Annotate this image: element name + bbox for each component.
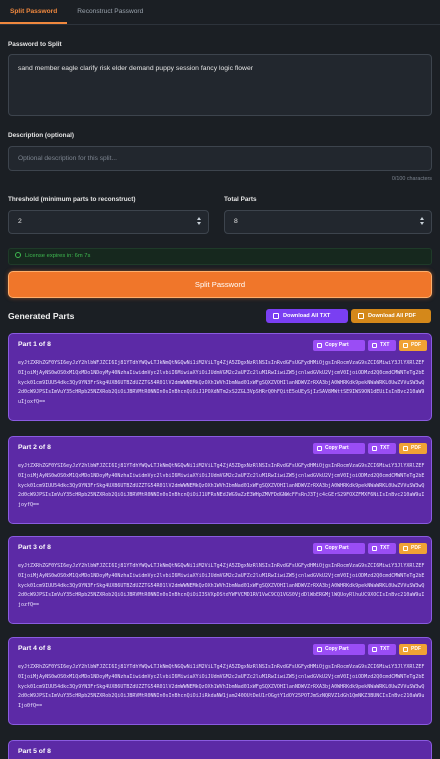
total-parts-label: Total Parts	[224, 196, 257, 203]
part-code: eyJtZXRhZGF0YSI6eyJzY2hlbWFJZCI6Ij81YTdh…	[18, 563, 425, 609]
file-icon	[372, 343, 377, 348]
total-parts-input[interactable]: 8	[224, 210, 432, 234]
part-card: Part 4 of 8 Copy Part TXT PDF eyJtZXRhZG…	[8, 637, 432, 725]
description-counter: 0/100 characters	[391, 176, 432, 182]
pdf-label: PDF	[411, 342, 421, 348]
clock-icon	[15, 252, 21, 258]
threshold-spinner[interactable]	[196, 217, 202, 228]
file-icon	[403, 647, 408, 652]
download-icon	[273, 313, 279, 319]
spin-down-icon[interactable]	[420, 222, 424, 225]
file-icon	[403, 546, 408, 551]
copy-icon	[317, 546, 322, 551]
tab-reconstruct-password[interactable]: Reconstruct Password	[67, 0, 153, 24]
pdf-button[interactable]: PDF	[399, 340, 427, 351]
file-icon	[403, 446, 408, 451]
txt-button[interactable]: TXT	[368, 644, 396, 655]
pdf-button[interactable]: PDF	[399, 543, 427, 554]
part-title: Part 4 of 8	[18, 645, 51, 652]
part-card: Part 3 of 8 Copy Part TXT PDF eyJtZXRhZG…	[8, 536, 432, 624]
file-icon	[372, 647, 377, 652]
txt-button[interactable]: TXT	[368, 543, 396, 554]
password-label: Password to Split	[8, 41, 62, 48]
copy-icon	[317, 446, 322, 451]
tab-bar: Split Password Reconstruct Password	[0, 0, 440, 25]
description-label: Description (optional)	[8, 132, 75, 139]
spin-down-icon[interactable]	[197, 222, 201, 225]
txt-button[interactable]: TXT	[368, 340, 396, 351]
txt-button[interactable]: TXT	[368, 443, 396, 454]
download-all-pdf-label: Download All PDF	[368, 313, 416, 319]
part-code: eyJtZXRhZGF0YSI6eyJzY2hlbWFJZCI6Ij81YTdh…	[18, 463, 425, 509]
txt-label: TXT	[380, 646, 390, 652]
download-icon	[358, 313, 364, 319]
total-parts-value: 8	[234, 218, 238, 225]
copy-part-button[interactable]: Copy Part	[313, 443, 365, 454]
threshold-input[interactable]: 2	[8, 210, 209, 234]
copy-part-label: Copy Part	[325, 342, 349, 348]
total-parts-spinner[interactable]	[419, 217, 425, 228]
download-all-pdf-button[interactable]: Download All PDF	[351, 309, 431, 323]
threshold-label: Threshold (minimum parts to reconstruct)	[8, 196, 136, 203]
txt-label: TXT	[380, 342, 390, 348]
part-code: eyJtZXRhZGF0YSI6eyJzY2hlbWFJZCI6Ij81YTdh…	[18, 360, 425, 406]
download-all-txt-label: Download All TXT	[283, 313, 331, 319]
pdf-button[interactable]: PDF	[399, 644, 427, 655]
file-icon	[403, 343, 408, 348]
txt-label: TXT	[380, 445, 390, 451]
threshold-value: 2	[18, 218, 22, 225]
spin-up-icon[interactable]	[197, 217, 201, 220]
copy-part-button[interactable]: Copy Part	[313, 543, 365, 554]
part-card: Part 1 of 8 Copy Part TXT PDF eyJtZXRhZG…	[8, 333, 432, 421]
part-title: Part 1 of 8	[18, 341, 51, 348]
pdf-label: PDF	[411, 445, 421, 451]
part-title: Part 3 of 8	[18, 544, 51, 551]
txt-label: TXT	[380, 545, 390, 551]
part-code: eyJtZXRhZGF0YSI6eyJzY2hlbWFJZCI6Ij81YTdh…	[18, 664, 425, 710]
generated-parts-title: Generated Parts	[8, 311, 75, 321]
download-all-txt-button[interactable]: Download All TXT	[266, 309, 348, 323]
copy-part-label: Copy Part	[325, 646, 349, 652]
copy-icon	[317, 647, 322, 652]
part-title: Part 5 of 8	[18, 748, 51, 755]
copy-part-button[interactable]: Copy Part	[313, 644, 365, 655]
part-card: Part 2 of 8 Copy Part TXT PDF eyJtZXRhZG…	[8, 436, 432, 524]
file-icon	[372, 546, 377, 551]
license-banner: License expires in: 6m 7s	[8, 248, 432, 265]
copy-icon	[317, 343, 322, 348]
copy-part-label: Copy Part	[325, 445, 349, 451]
pdf-label: PDF	[411, 646, 421, 652]
license-text: License expires in: 6m 7s	[25, 253, 91, 259]
description-input[interactable]: Optional description for this split...	[8, 146, 432, 171]
pdf-label: PDF	[411, 545, 421, 551]
password-textarea[interactable]: sand member eagle clarify risk elder dem…	[8, 54, 432, 116]
pdf-button[interactable]: PDF	[399, 443, 427, 454]
copy-part-label: Copy Part	[325, 545, 349, 551]
part-title: Part 2 of 8	[18, 444, 51, 451]
spin-up-icon[interactable]	[420, 217, 424, 220]
tab-split-password[interactable]: Split Password	[0, 0, 68, 24]
file-icon	[372, 446, 377, 451]
part-card: Part 5 of 8	[8, 740, 432, 759]
split-password-button[interactable]: Split Password	[8, 271, 432, 298]
copy-part-button[interactable]: Copy Part	[313, 340, 365, 351]
